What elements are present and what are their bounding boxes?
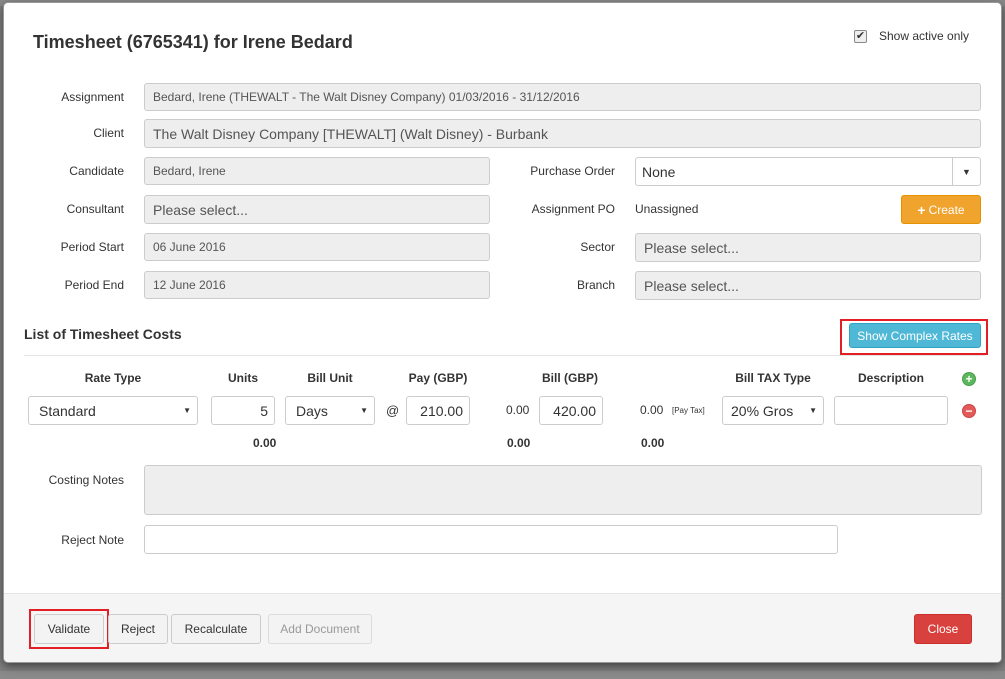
- reject-note-label: Reject Note: [61, 533, 124, 547]
- create-po-button[interactable]: + Create: [901, 195, 981, 224]
- purchase-order-value: None: [642, 163, 676, 180]
- bill-unit-select[interactable]: Days ▼: [285, 396, 375, 425]
- consultant-placeholder: Please select...: [153, 201, 248, 218]
- branch-label: Branch: [576, 278, 615, 292]
- header-description: Description: [857, 371, 924, 385]
- rate-type-caret-icon: ▼: [183, 406, 191, 415]
- remove-row-icon[interactable]: −: [962, 404, 976, 418]
- description-input[interactable]: [834, 396, 948, 425]
- modal-title: Timesheet (6765341) for Irene Bedard: [33, 32, 353, 52]
- consultant-label: Consultant: [66, 202, 124, 216]
- bill-value: 420.00: [553, 402, 596, 419]
- header-rate-type: Rate Type: [84, 371, 142, 385]
- show-active-only-checkbox[interactable]: ✔: [854, 30, 867, 43]
- assignment-po-label: Assignment PO: [531, 202, 615, 216]
- candidate-label: Candidate: [69, 164, 124, 178]
- bill-tax-type-value: 20% Gros: [731, 402, 794, 419]
- close-button[interactable]: Close: [914, 614, 972, 644]
- bill-input[interactable]: 420.00: [539, 396, 603, 425]
- client-label: Client: [93, 126, 124, 140]
- add-document-button[interactable]: Add Document: [268, 614, 372, 644]
- plus-icon: +: [917, 201, 926, 218]
- assignment-field: Bedard, Irene (THEWALT - The Walt Disney…: [144, 83, 981, 111]
- branch-select[interactable]: Please select...: [635, 271, 981, 300]
- show-complex-rates-button[interactable]: Show Complex Rates: [849, 323, 981, 348]
- header-pay: Pay (GBP): [408, 371, 468, 385]
- branch-placeholder: Please select...: [644, 277, 739, 294]
- header-bill-tax-type: Bill TAX Type: [735, 371, 811, 385]
- client-value: The Walt Disney Company [THEWALT] (Walt …: [153, 125, 548, 142]
- pay-tax-tag: [Pay Tax]: [672, 406, 705, 415]
- period-end-label: Period End: [64, 278, 124, 292]
- validate-button[interactable]: Validate: [34, 614, 104, 644]
- reject-button[interactable]: Reject: [108, 614, 168, 644]
- purchase-order-select[interactable]: None ▼: [635, 157, 981, 186]
- bill-total: 0.00: [641, 436, 665, 450]
- purchase-order-caret-icon[interactable]: ▼: [952, 158, 980, 185]
- candidate-field: Bedard, Irene: [144, 157, 490, 185]
- header-bill: Bill (GBP): [542, 371, 598, 385]
- units-value: 5: [260, 402, 268, 419]
- recalculate-button[interactable]: Recalculate: [171, 614, 261, 644]
- at-symbol: @: [386, 403, 400, 418]
- period-start-value: 06 June 2016: [153, 240, 226, 254]
- section-divider: [24, 355, 985, 356]
- units-total: 0.00: [253, 436, 277, 450]
- candidate-value: Bedard, Irene: [153, 164, 226, 178]
- show-active-only-label[interactable]: Show active only: [879, 29, 969, 43]
- header-bill-unit: Bill Unit: [307, 371, 353, 385]
- rate-type-select[interactable]: Standard ▼: [28, 396, 198, 425]
- bill-unit-caret-icon: ▼: [360, 406, 368, 415]
- header-units: Units: [228, 371, 258, 385]
- period-end-field: 12 June 2016: [144, 271, 490, 299]
- purchase-order-label: Purchase Order: [530, 164, 615, 178]
- client-field: The Walt Disney Company [THEWALT] (Walt …: [144, 119, 981, 148]
- assignment-value: Bedard, Irene (THEWALT - The Walt Disney…: [153, 90, 580, 104]
- background-bottom-strip: [0, 671, 1005, 679]
- costing-notes-label: Costing Notes: [48, 473, 124, 487]
- modal-footer: Validate Reject Recalculate Add Document…: [4, 593, 1001, 662]
- costing-notes-textarea[interactable]: [144, 465, 982, 515]
- bill-extra-value: 0.00: [640, 403, 664, 417]
- period-start-field: 06 June 2016: [144, 233, 490, 261]
- pay-extra-value: 0.00: [506, 403, 530, 417]
- assignment-label: Assignment: [61, 90, 124, 104]
- timesheet-modal: Timesheet (6765341) for Irene Bedard ✔ S…: [3, 2, 1002, 663]
- bill-tax-type-select[interactable]: 20% Gros ▼: [722, 396, 824, 425]
- consultant-select[interactable]: Please select...: [144, 195, 490, 224]
- reject-note-input[interactable]: [144, 525, 838, 554]
- pay-value: 210.00: [420, 402, 463, 419]
- units-input[interactable]: 5: [211, 396, 275, 425]
- sector-select[interactable]: Please select...: [635, 233, 981, 262]
- sector-placeholder: Please select...: [644, 239, 739, 256]
- bill-tax-type-caret-icon: ▼: [809, 406, 817, 415]
- costs-section-title: List of Timesheet Costs: [24, 326, 182, 342]
- pay-input[interactable]: 210.00: [406, 396, 470, 425]
- pay-total: 0.00: [507, 436, 531, 450]
- assignment-po-value: Unassigned: [635, 202, 699, 216]
- period-end-value: 12 June 2016: [153, 278, 226, 292]
- rate-type-value: Standard: [39, 402, 96, 419]
- period-start-label: Period Start: [60, 240, 124, 254]
- sector-label: Sector: [580, 240, 615, 254]
- create-po-label: Create: [928, 202, 965, 217]
- add-row-icon[interactable]: +: [962, 372, 976, 386]
- bill-unit-value: Days: [296, 402, 328, 419]
